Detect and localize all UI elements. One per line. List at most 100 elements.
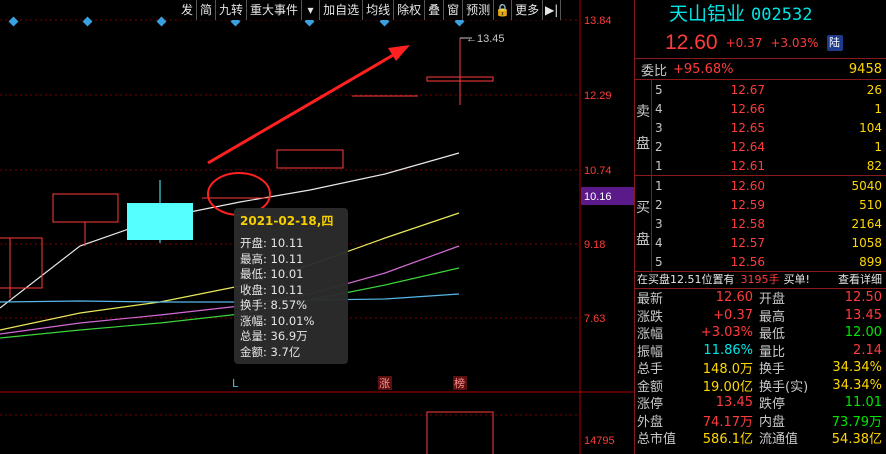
stat-label: 最高 bbox=[759, 309, 786, 325]
stats-row: 最新 12.60 开盘 12.50 bbox=[635, 289, 886, 307]
toolbar-overlay-button[interactable]: 叠 bbox=[425, 0, 445, 20]
buy-row[interactable]: 1 12.60 5040 bbox=[635, 176, 886, 195]
stats-row: 外盘 74.17万 内盘 73.79万 bbox=[635, 412, 886, 430]
stats-row: 总市值 586.1亿 流通值 54.38亿 bbox=[635, 429, 886, 447]
ask-price: 12.67 bbox=[730, 82, 765, 97]
big-order-notice: 在买盘12.51位置有 3195手 买单! 查看详细 bbox=[635, 272, 886, 288]
ask-volume: 1 bbox=[874, 139, 882, 154]
ask-price: 12.65 bbox=[730, 120, 765, 135]
event-marker[interactable] bbox=[82, 16, 93, 27]
stat-value: 11.86% bbox=[703, 342, 753, 358]
marker-bang[interactable]: 榜 bbox=[454, 376, 465, 390]
last-price: 12.60 bbox=[665, 31, 718, 54]
toolbar-exright-button[interactable]: 除权 bbox=[394, 0, 426, 20]
lock-icon[interactable]: 🔒 bbox=[494, 0, 513, 20]
candle[interactable] bbox=[276, 149, 344, 169]
bid-volume: 899 bbox=[859, 254, 882, 269]
stat-label: 内盘 bbox=[759, 414, 786, 430]
stat-label: 换手(实) bbox=[759, 379, 809, 395]
stat-value: 12.00 bbox=[844, 325, 882, 341]
collapse-panel-icon[interactable]: ▶| bbox=[543, 0, 562, 20]
level: 3 bbox=[655, 216, 663, 231]
ask-price: 12.64 bbox=[730, 139, 765, 154]
kline-chart[interactable]: ←13.45 13.84 12.29 10.74 9.18 7.63 14795… bbox=[0, 0, 634, 454]
price-tick: 9.18 bbox=[584, 239, 605, 251]
toolbar-dropdown-icon[interactable]: ▾ bbox=[302, 0, 321, 20]
stat-label: 涨跌 bbox=[637, 309, 664, 325]
price-line: 12.60 +0.37 +3.03% 陆 bbox=[635, 28, 886, 58]
toolbar-major-events-button[interactable]: 重大事件 bbox=[247, 0, 303, 20]
toolbar-fa-button[interactable]: 发 bbox=[178, 0, 198, 20]
buy-row[interactable]: 5 12.56 899 bbox=[635, 252, 886, 271]
bid-volume: 2164 bbox=[851, 216, 882, 231]
quote-stats: 最新 12.60 开盘 12.50 涨跌 +0.37 最高 13.45 涨幅 +3.03% 最低 12… bbox=[635, 289, 886, 447]
toolbar-ma-button[interactable]: 均线 bbox=[363, 0, 395, 20]
level: 3 bbox=[655, 120, 663, 135]
ask-price: 12.66 bbox=[730, 101, 765, 116]
level: 1 bbox=[655, 178, 663, 193]
toolbar-window-button[interactable]: 窗 bbox=[444, 0, 464, 20]
connect-badge[interactable]: 陆 bbox=[826, 35, 843, 51]
toolbar-forecast-button[interactable]: 预测 bbox=[463, 0, 495, 20]
notice-text: 在买盘12.51位置有 bbox=[637, 273, 735, 286]
tooltip-date: 2021-02-18,四 bbox=[240, 214, 334, 228]
divider bbox=[651, 80, 652, 175]
stats-row: 涨跌 +0.37 最高 13.45 bbox=[635, 307, 886, 325]
marker-zhang[interactable]: 涨 bbox=[379, 377, 390, 390]
tooltip-change: 涨幅: 10.01% bbox=[240, 313, 315, 328]
weibi-label: 委比 bbox=[640, 63, 667, 79]
tooltip-close: 收盘: 10.11 bbox=[240, 282, 304, 297]
sell-row[interactable]: 2 12.64 1 bbox=[635, 137, 886, 156]
stock-code: 002532 bbox=[751, 5, 813, 25]
toolbar-jian-button[interactable]: 简 bbox=[197, 0, 217, 20]
bid-price: 12.58 bbox=[730, 216, 765, 231]
marker-l: L bbox=[232, 377, 239, 390]
stat-label: 最低 bbox=[759, 327, 786, 343]
stat-label: 涨幅 bbox=[637, 327, 664, 343]
quote-panel: 天山铝业 002532 12.60 +0.37 +3.03% 陆 委比 +95.6… bbox=[634, 0, 886, 454]
stat-label: 跌停 bbox=[759, 397, 786, 413]
tooltip-amount: 金额: 3.7亿 bbox=[240, 344, 301, 359]
ask-price: 12.61 bbox=[730, 158, 765, 173]
candle-tooltip: 2021-02-18,四 开盘: 10.11 最高: 10.11 最低: 10.… bbox=[234, 208, 348, 364]
high-annotation-label: ←13.45 bbox=[466, 33, 505, 45]
ma-line-cyan bbox=[0, 293, 460, 303]
buy-row[interactable]: 3 12.58 2164 bbox=[635, 214, 886, 233]
stock-title: 天山铝业 002532 bbox=[635, 0, 886, 28]
bid-volume: 510 bbox=[859, 197, 882, 212]
buy-row[interactable]: 2 12.59 510 bbox=[635, 195, 886, 214]
sell-row[interactable]: 4 12.66 1 bbox=[635, 99, 886, 118]
toolbar-add-watchlist-button[interactable]: 加自选 bbox=[320, 0, 364, 20]
sell-side-label: 卖 盘 bbox=[635, 80, 651, 175]
stat-value: 74.17万 bbox=[702, 414, 753, 430]
event-marker[interactable] bbox=[156, 16, 167, 27]
price-tick: 12.29 bbox=[584, 90, 612, 102]
stat-label: 流通值 bbox=[759, 432, 799, 448]
stock-name: 天山铝业 bbox=[669, 3, 746, 25]
event-marker[interactable] bbox=[8, 16, 19, 27]
sell-row[interactable]: 5 12.67 26 bbox=[635, 80, 886, 99]
stat-value: 11.01 bbox=[844, 395, 882, 411]
stat-label: 金额 bbox=[637, 379, 664, 395]
stat-value: 2.14 bbox=[853, 342, 882, 358]
level: 2 bbox=[655, 197, 663, 212]
sell-row[interactable]: 1 12.61 82 bbox=[635, 156, 886, 175]
stat-label: 量比 bbox=[759, 344, 786, 360]
view-details-link[interactable]: 查看详细 bbox=[838, 272, 886, 288]
candle[interactable] bbox=[127, 180, 193, 243]
price-change-pct: +3.03% bbox=[770, 36, 819, 50]
stat-label: 外盘 bbox=[637, 414, 664, 430]
stat-label: 涨停 bbox=[637, 397, 664, 413]
ask-volume: 26 bbox=[866, 82, 882, 97]
candle[interactable] bbox=[0, 237, 43, 298]
toolbar-jiuzhuan-button[interactable]: 九转 bbox=[216, 0, 248, 20]
toolbar-more-button[interactable]: 更多 bbox=[512, 0, 544, 20]
stat-value: 34.34% bbox=[832, 360, 882, 376]
sell-row[interactable]: 3 12.65 104 bbox=[635, 118, 886, 137]
price-tick: 10.74 bbox=[584, 165, 612, 177]
sell-book: 卖 盘 5 12.67 26 4 12.66 1 3 12.65 104 2 12.64 1 1… bbox=[635, 80, 886, 175]
buy-side-label: 买 盘 bbox=[635, 176, 651, 271]
buy-row[interactable]: 4 12.57 1058 bbox=[635, 233, 886, 252]
candle[interactable] bbox=[52, 193, 119, 246]
bid-price: 12.59 bbox=[730, 197, 765, 212]
